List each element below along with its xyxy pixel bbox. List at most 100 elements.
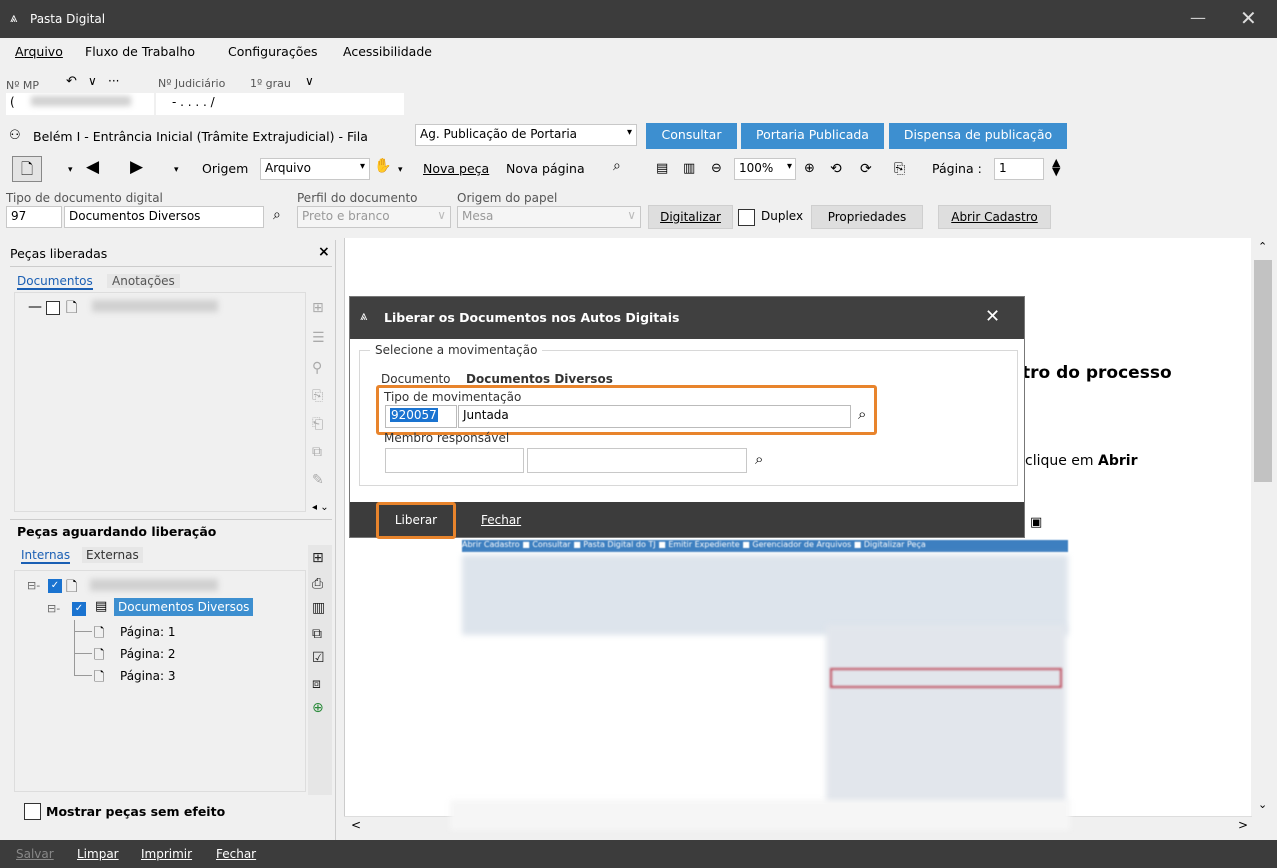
page-stepper-icon[interactable]: ▲ ▼ — [1052, 157, 1060, 177]
perfil-select[interactable]: Preto e branco ∨ — [297, 206, 451, 228]
propriedades-button[interactable]: Propriedades — [811, 205, 923, 229]
viewer-bottom-blur — [450, 800, 1070, 830]
scrollbar-thumb[interactable] — [1254, 260, 1272, 482]
tab-internas[interactable]: Internas — [21, 548, 71, 564]
dialog-close-button[interactable]: ✕ — [985, 306, 1000, 327]
judicial-input[interactable]: - . . . . / — [156, 93, 404, 115]
list-icon[interactable]: ☰ — [312, 330, 325, 346]
tab-documentos[interactable]: Documentos — [17, 274, 93, 290]
menu-configuracoes[interactable]: Configurações — [228, 44, 318, 59]
scroll-right-icon[interactable]: > — [1238, 818, 1248, 832]
tree-item-page[interactable]: Página: 1 — [120, 625, 175, 639]
page-export-icon[interactable]: ⎘ — [894, 161, 905, 177]
digitalizar-button[interactable]: Digitalizar — [648, 205, 733, 229]
dispensa-publicacao-button[interactable]: Dispensa de publicação — [889, 123, 1067, 149]
search-doc-icon[interactable]: ⎘ — [312, 388, 323, 404]
zoom-out-icon[interactable]: ⊖ — [711, 161, 722, 176]
menu-arquivo[interactable]: Arquivo — [15, 44, 63, 59]
minimize-button[interactable]: — — [1190, 8, 1206, 27]
check-icon[interactable]: ☑ — [312, 650, 325, 666]
tree-collapse-icon[interactable]: ⊟- — [27, 579, 40, 592]
zoom-search-icon[interactable]: ⌕ — [613, 158, 621, 174]
menu-fluxo[interactable]: Fluxo de Trabalho — [85, 44, 195, 59]
fit-width-icon[interactable]: ▤ — [656, 161, 668, 176]
close-panel-button[interactable]: × — [318, 244, 330, 260]
nova-pagina-button[interactable]: Nova página — [506, 161, 585, 176]
tipo-mov-value[interactable]: Juntada — [458, 405, 851, 428]
edit-doc-icon[interactable]: ✎ — [312, 472, 324, 488]
item-checkbox-checked[interactable]: ✓ — [48, 579, 62, 593]
copy-icon[interactable]: ⧉ — [312, 444, 322, 460]
tab-anotacoes[interactable]: Anotações — [107, 274, 180, 288]
rotate-right-icon[interactable]: ⟳ — [860, 161, 872, 177]
liberar-button[interactable]: Liberar — [376, 502, 456, 539]
tab-externas[interactable]: Externas — [82, 547, 143, 563]
mostrar-checkbox[interactable] — [24, 803, 41, 820]
tree-collapse-icon[interactable]: ⊟- — [47, 602, 60, 615]
membro-value[interactable] — [527, 448, 747, 473]
rotate-left-icon[interactable]: ⟲ — [830, 161, 842, 177]
item-checkbox[interactable] — [46, 301, 60, 315]
zoom-in-icon[interactable]: ⊕ — [804, 161, 815, 176]
item-checkbox-checked[interactable]: ✓ — [72, 602, 86, 616]
zoom-select[interactable]: 100% ▾ — [734, 158, 796, 180]
consultar-button[interactable]: Consultar — [646, 123, 737, 149]
dropdown-arrow-icon[interactable]: ▾ — [174, 165, 179, 175]
origem-label: Origem — [202, 161, 249, 176]
tree-icon[interactable]: ⊞ — [312, 300, 324, 316]
tree-item-page[interactable]: Página: 3 — [120, 669, 175, 683]
search-icon[interactable]: ⌕ — [273, 207, 281, 223]
fechar-dialog-button[interactable]: Fechar — [481, 513, 521, 527]
tipo-doc-value[interactable]: Documentos Diversos — [64, 206, 264, 228]
hand-icon[interactable]: ✋ — [374, 158, 391, 174]
origem-select[interactable]: Arquivo ▾ — [260, 158, 370, 180]
grau-chevron-icon[interactable]: ∨ — [305, 74, 314, 88]
back-icon[interactable]: ↶ — [66, 74, 77, 89]
scroll-left-icon[interactable]: < — [351, 818, 361, 832]
limpar-button[interactable]: Limpar — [77, 847, 119, 861]
more-icon[interactable]: ··· — [108, 74, 119, 88]
remove-doc-icon[interactable]: ⎗ — [312, 416, 323, 432]
fila-select[interactable]: Ag. Publicação de Portaria ▾ — [415, 124, 637, 146]
previous-icon[interactable]: ◀ — [86, 157, 99, 177]
dialog-title-bar: ⩓ Liberar os Documentos nos Autos Digita… — [350, 297, 1024, 339]
origem-papel-select[interactable]: Mesa ∨ — [457, 206, 641, 228]
pagina-input[interactable]: 1 — [994, 158, 1044, 180]
menu-acessibilidade[interactable]: Acessibilidade — [343, 44, 432, 59]
collapse-icon[interactable]: ◂ ⌄ — [312, 502, 329, 513]
scanner-icon[interactable]: ⎙ — [312, 576, 323, 592]
tree-item-documentos[interactable]: Documentos Diversos — [114, 598, 254, 616]
salvar-button[interactable]: Salvar — [16, 847, 54, 861]
add-green-icon[interactable]: ⊕ — [312, 700, 324, 716]
new-document-icon[interactable]: 🗋 — [12, 156, 42, 182]
imprimir-button[interactable]: Imprimir — [141, 847, 192, 861]
duplicate-icon[interactable]: ⧈ — [312, 676, 321, 692]
tipo-doc-code[interactable]: 97 — [6, 206, 62, 228]
scroll-down-icon[interactable]: ⌄ — [1258, 798, 1267, 811]
mp-input[interactable]: ( — [6, 93, 154, 115]
chevron-down-icon[interactable]: ∨ — [88, 74, 97, 88]
membro-code[interactable] — [385, 448, 524, 473]
next-icon[interactable]: ▶ — [130, 157, 143, 177]
fit-page-icon[interactable]: ▥ — [683, 161, 695, 176]
delete-icon[interactable]: ▥ — [312, 600, 325, 616]
mostrar-label: Mostrar peças sem efeito — [46, 804, 226, 819]
abrir-cadastro-button[interactable]: Abrir Cadastro — [938, 205, 1051, 229]
viewer-screenshot-menu — [826, 625, 1066, 805]
copy-icon[interactable]: ⧉ — [312, 626, 322, 642]
tipo-mov-code[interactable]: 920057 — [385, 405, 457, 428]
add-piece-icon[interactable]: ⊞ — [312, 550, 324, 566]
fechar-button[interactable]: Fechar — [216, 847, 256, 861]
viewer-screenshot-strip: Abrir Cadastro ■ Consultar ■ Pasta Digit… — [462, 540, 1068, 552]
dropdown-arrow-icon[interactable]: ▾ — [68, 165, 73, 175]
tree-item-page[interactable]: Página: 2 — [120, 647, 175, 661]
dropdown-arrow-icon[interactable]: ▾ — [398, 165, 403, 175]
search-icon[interactable]: ⌕ — [858, 405, 866, 423]
search-icon[interactable]: ⌕ — [755, 450, 763, 468]
scroll-up-icon[interactable]: ⌃ — [1258, 240, 1267, 253]
attachment-icon[interactable]: ⚲ — [312, 360, 322, 376]
duplex-checkbox[interactable] — [738, 209, 755, 226]
close-window-button[interactable]: ✕ — [1240, 6, 1257, 30]
portaria-publicada-button[interactable]: Portaria Publicada — [741, 123, 884, 149]
nova-peca-button[interactable]: Nova peça — [423, 161, 489, 176]
